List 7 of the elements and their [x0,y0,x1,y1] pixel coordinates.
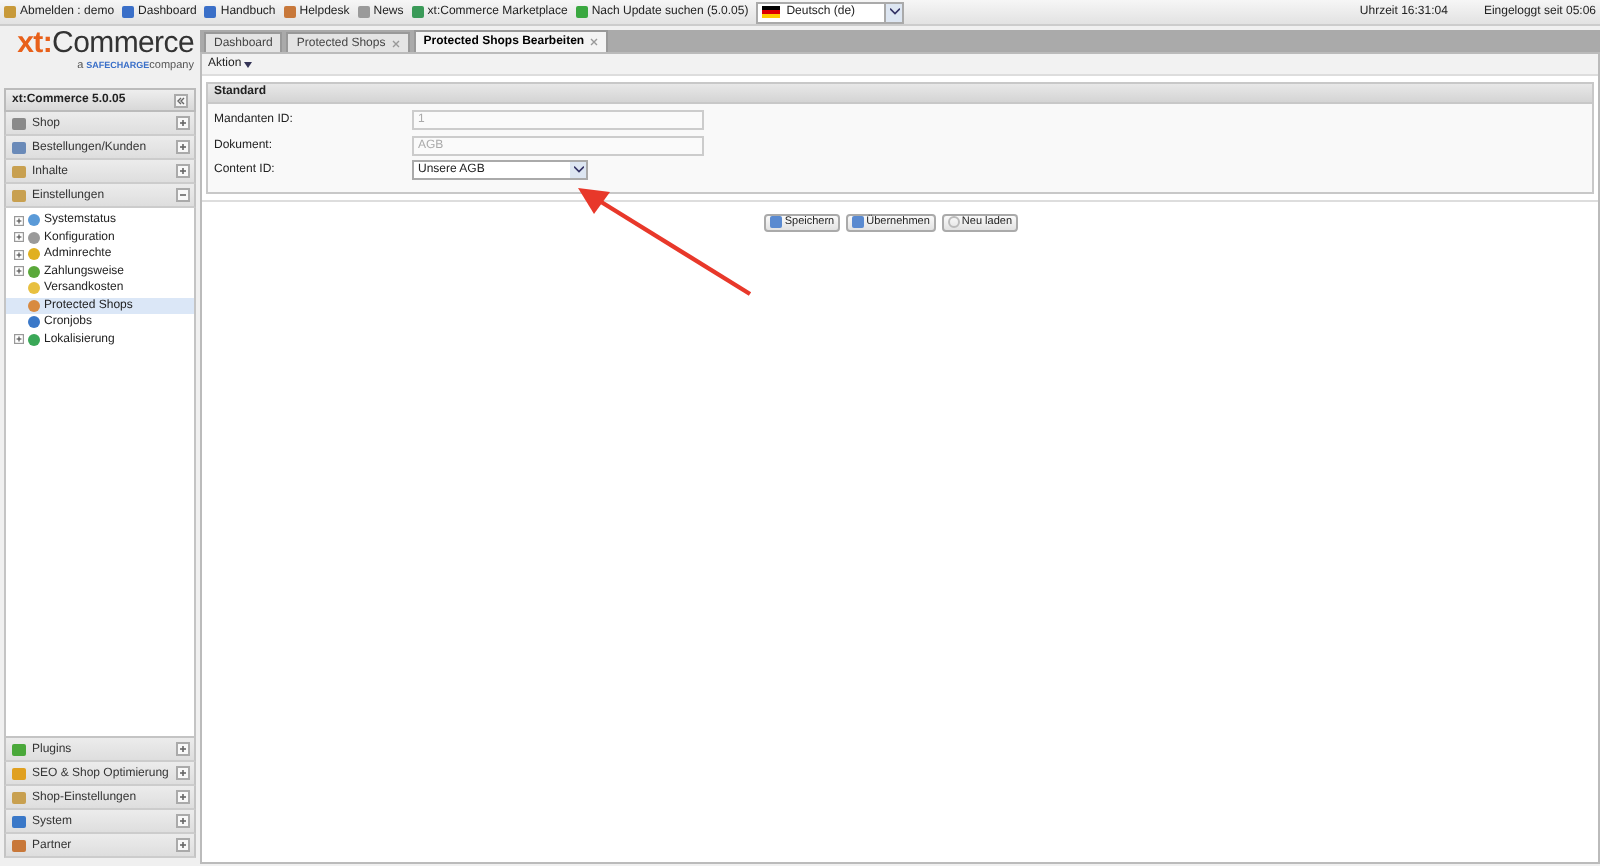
close-icon[interactable] [391,39,400,47]
caret-icon [243,61,252,67]
close-icon[interactable] [590,38,599,46]
chevron-down-icon [889,8,900,16]
collapse-button[interactable] [174,93,188,107]
flag-icon [762,6,781,18]
chevron-down-icon [573,166,583,175]
